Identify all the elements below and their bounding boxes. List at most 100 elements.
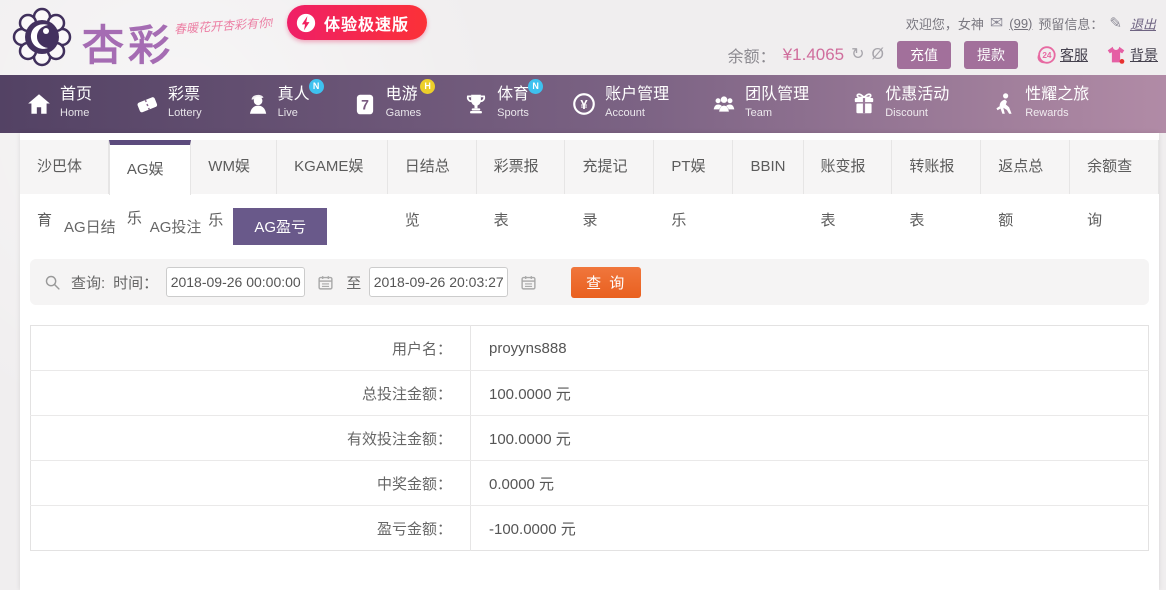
tab-kgame[interactable]: KGAME娱乐 — [277, 140, 388, 194]
nav-sports-en: Sports — [497, 107, 529, 119]
nav-home-zh: 首页 — [60, 86, 92, 103]
nav-sports-badge: N — [528, 79, 543, 94]
mail-icon[interactable]: ✉ — [990, 13, 1003, 33]
page: 杏彩 春暖花开杏彩有你! 体验极速版 欢迎您，女神 ✉ (99) 预留信息： ✎… — [0, 0, 1166, 590]
logout-link[interactable]: 退出 — [1130, 14, 1156, 33]
nav-item-rewards[interactable]: 性耀之旅 Rewards — [991, 87, 1093, 121]
nav-item-sports[interactable]: 体育 Sports N — [463, 87, 533, 121]
profit-loss-report-table: 用户名： proyyns888 总投注金额： 100.0000 元 有效投注金额… — [30, 325, 1149, 551]
subtab-ag-daily[interactable]: AG日结 — [62, 208, 118, 245]
nav-sports-zh: 体育 — [497, 86, 529, 103]
fast-version-button[interactable]: 体验极速版 — [287, 5, 427, 40]
rewards-journey-icon — [991, 91, 1017, 117]
nav-discount-zh: 优惠活动 — [885, 86, 949, 103]
brand-tagline: 春暖花开杏彩有你! — [174, 14, 274, 38]
nav-item-account[interactable]: ¥ 账户管理 Account — [571, 87, 673, 121]
row-label: 中奖金额： — [31, 461, 471, 506]
live-dealer-icon — [244, 91, 270, 117]
account-yen-icon: ¥ — [571, 91, 597, 117]
nav-lottery-zh: 彩票 — [168, 86, 200, 103]
search-icon — [44, 274, 61, 291]
home-icon — [26, 91, 52, 117]
query-toolbar: 查询: 时间： 至 查 询 — [30, 259, 1149, 305]
nav-item-live[interactable]: 真人 Live N — [244, 87, 314, 121]
tab-daily-summary[interactable]: 日结总览 — [388, 140, 477, 194]
gift-icon — [851, 91, 877, 117]
row-label: 盈亏金额： — [31, 506, 471, 551]
tab-pt-entertainment[interactable]: PT娱乐 — [654, 140, 733, 194]
message-count-link[interactable]: (99) — [1009, 16, 1032, 31]
tab-rebate-total[interactable]: 返点总额 — [981, 140, 1070, 194]
tab-account-change-report[interactable]: 账变报表 — [804, 140, 893, 194]
query-submit-button[interactable]: 查 询 — [571, 267, 641, 298]
nav-item-lottery[interactable]: 彩票 Lottery — [134, 87, 206, 121]
calendar-start-icon[interactable] — [317, 274, 334, 291]
tab-ag-entertainment[interactable]: AG娱乐 — [109, 140, 191, 195]
nav-live-en: Live — [278, 107, 298, 119]
tab-balance-query[interactable]: 余额查询 — [1070, 140, 1159, 194]
row-value: 100.0000 元 — [471, 371, 1149, 416]
tab-shaba-sports[interactable]: 沙巴体育 — [20, 140, 109, 194]
content-panel: 沙巴体育 AG娱乐 WM娱乐 KGAME娱乐 日结总览 彩票报表 充提记录 PT… — [20, 133, 1159, 590]
tab-wm-entertainment[interactable]: WM娱乐 — [191, 140, 277, 194]
nav-rewards-zh: 性耀之旅 — [1025, 86, 1089, 103]
query-label: 查询: — [71, 272, 105, 293]
nav-rewards-en: Rewards — [1025, 107, 1068, 119]
hide-balance-icon[interactable]: Ø — [872, 47, 884, 63]
nav-live-badge: N — [309, 79, 324, 94]
service-24h-icon: 24 — [1035, 44, 1057, 66]
nav-games-badge: H — [420, 79, 435, 94]
nav-item-discount[interactable]: 优惠活动 Discount — [851, 87, 953, 121]
site-header: 杏彩 春暖花开杏彩有你! 体验极速版 欢迎您，女神 ✉ (99) 预留信息： ✎… — [0, 0, 1166, 75]
customer-service-link[interactable]: 24 客服 — [1035, 44, 1088, 66]
end-time-input[interactable] — [369, 267, 508, 297]
background-setting-label: 背景 — [1130, 45, 1158, 65]
nav-team-en: Team — [745, 107, 772, 119]
row-value: -100.0000 元 — [471, 506, 1149, 551]
recharge-button[interactable]: 充值 — [897, 41, 951, 69]
speed-bolt-icon — [295, 12, 317, 34]
sports-trophy-icon — [463, 91, 489, 117]
nav-discount-en: Discount — [885, 107, 928, 119]
tab-deposit-withdraw-record[interactable]: 充提记录 — [565, 140, 654, 194]
nav-item-home[interactable]: 首页 Home — [26, 87, 96, 121]
ag-subtabs: AG日结 AG投注 AG盈亏 — [62, 208, 1159, 245]
nav-live-zh: 真人 — [278, 86, 310, 103]
balance-label: 余额： — [728, 43, 776, 67]
table-row-valid-bet: 有效投注金额： 100.0000 元 — [31, 416, 1149, 461]
row-label: 有效投注金额： — [31, 416, 471, 461]
welcome-text: 欢迎您，女神 — [906, 14, 984, 33]
nav-item-team[interactable]: 团队管理 Team — [711, 87, 813, 121]
nav-games-en: Games — [386, 107, 421, 119]
svg-text:7: 7 — [361, 96, 369, 112]
row-label: 用户名： — [31, 326, 471, 371]
nav-lottery-en: Lottery — [168, 107, 202, 119]
subtab-ag-bets[interactable]: AG投注 — [148, 208, 204, 245]
row-value: 100.0000 元 — [471, 416, 1149, 461]
background-setting-link[interactable]: 背景 — [1105, 44, 1158, 66]
calendar-end-icon[interactable] — [520, 274, 537, 291]
time-label: 时间： — [113, 272, 158, 293]
tab-transfer-report[interactable]: 转账报表 — [892, 140, 981, 194]
edit-pencil-icon[interactable]: ✎ — [1109, 14, 1122, 32]
table-row-profit-loss: 盈亏金额： -100.0000 元 — [31, 506, 1149, 551]
nav-item-games[interactable]: 7 电游 Games H — [352, 87, 425, 121]
row-label: 总投注金额： — [31, 371, 471, 416]
tab-bbin[interactable]: BBIN — [733, 140, 803, 194]
lottery-ticket-icon — [134, 91, 160, 117]
row-value: proyyns888 — [471, 326, 1149, 371]
main-nav: 首页 Home 彩票 Lottery 真人 — [0, 75, 1166, 133]
team-people-icon — [711, 91, 737, 117]
subtab-ag-profit-loss[interactable]: AG盈亏 — [233, 208, 327, 245]
nav-home-en: Home — [60, 107, 89, 119]
report-tabbar: 沙巴体育 AG娱乐 WM娱乐 KGAME娱乐 日结总览 彩票报表 充提记录 PT… — [20, 140, 1159, 194]
customer-service-label: 客服 — [1060, 45, 1088, 65]
start-time-input[interactable] — [166, 267, 305, 297]
tab-lottery-report[interactable]: 彩票报表 — [477, 140, 566, 194]
refresh-balance-icon[interactable]: ↻ — [851, 47, 864, 63]
topbar-user-area: 欢迎您，女神 ✉ (99) 预留信息： ✎ 退出 — [906, 13, 1156, 33]
table-row-total-bet: 总投注金额： 100.0000 元 — [31, 371, 1149, 416]
reserved-info-label: 预留信息： — [1038, 14, 1103, 33]
shirt-icon — [1105, 44, 1127, 66]
withdraw-button[interactable]: 提款 — [964, 41, 1018, 69]
